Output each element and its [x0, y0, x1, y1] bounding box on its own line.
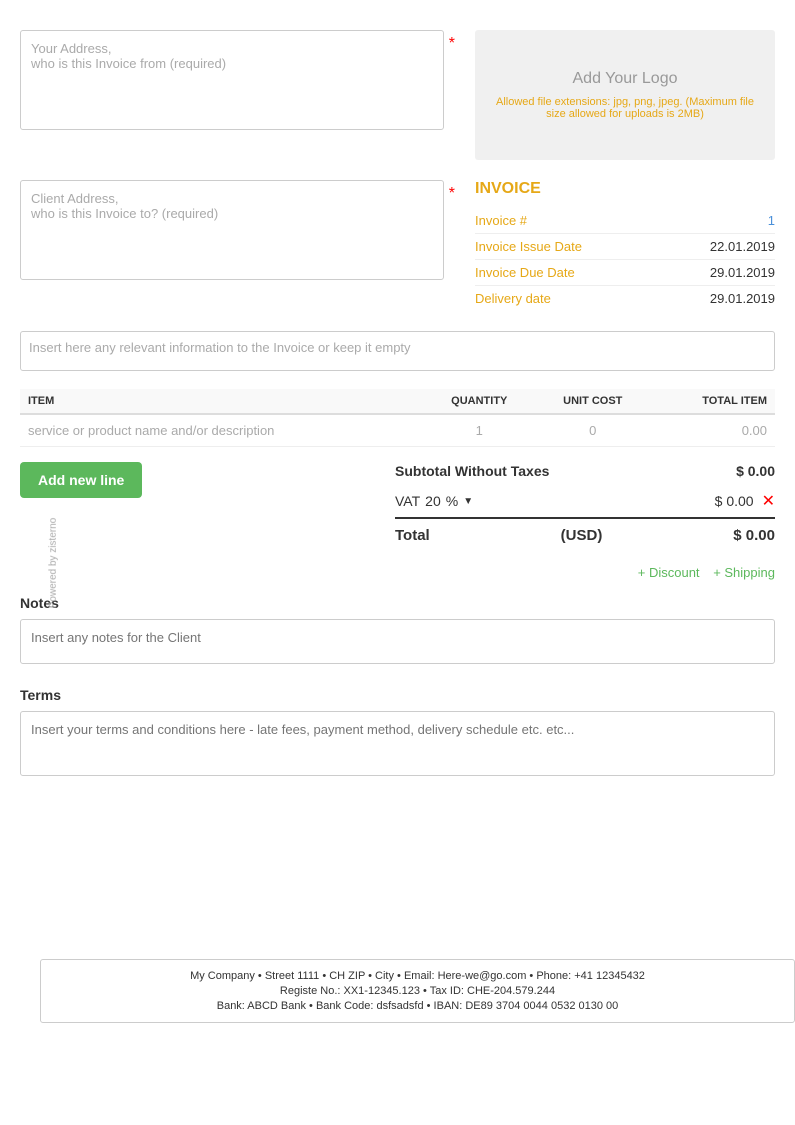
invoice-field-issue-date: Invoice Issue Date 22.01.2019: [475, 234, 775, 260]
vat-dropdown-icon[interactable]: ▼: [463, 496, 473, 507]
footer: My Company • Street 1111 • CH ZIP • City…: [40, 959, 795, 1023]
subtotal-value: $ 0.00: [736, 463, 775, 479]
col-header-item: ITEM: [20, 389, 424, 414]
invoice-num-value[interactable]: 1: [768, 213, 775, 228]
item-quantity[interactable]: 1: [424, 414, 535, 447]
invoice-num-label: Invoice #: [475, 213, 527, 228]
powered-by-label: Powered by zisterno: [48, 517, 59, 608]
from-address-required-star: *: [449, 35, 455, 53]
invoice-issue-date-value[interactable]: 22.01.2019: [710, 239, 775, 254]
terms-input[interactable]: [20, 711, 775, 776]
total-currency: (USD): [561, 527, 603, 544]
vat-percent-value[interactable]: 20: [425, 493, 441, 509]
invoice-field-invoice-num: Invoice # 1: [475, 208, 775, 234]
discount-link[interactable]: + Discount: [638, 565, 700, 580]
footer-line-1: My Company • Street 1111 • CH ZIP • City…: [56, 970, 779, 982]
logo-upload-box[interactable]: Add Your Logo Allowed file extensions: j…: [475, 30, 775, 160]
total-label: Total: [395, 527, 430, 544]
terms-label: Terms: [20, 687, 775, 703]
vat-pct-sign: %: [446, 493, 458, 509]
notes-label: Notes: [20, 595, 775, 611]
invoice-due-date-value[interactable]: 29.01.2019: [710, 265, 775, 280]
invoice-delivery-date-value[interactable]: 29.01.2019: [710, 291, 775, 306]
client-address-required-star: *: [449, 185, 455, 203]
notes-input[interactable]: [20, 619, 775, 664]
invoice-title: INVOICE: [475, 180, 775, 198]
invoice-field-due-date: Invoice Due Date 29.01.2019: [475, 260, 775, 286]
item-description[interactable]: service or product name and/or descripti…: [20, 414, 424, 447]
logo-subtitle: Allowed file extensions: jpg, png, jpeg.…: [475, 96, 775, 120]
item-unit-cost[interactable]: 0: [535, 414, 651, 447]
invoice-field-delivery-date: Delivery date 29.01.2019: [475, 286, 775, 311]
delete-vat-icon[interactable]: ✕: [762, 491, 775, 511]
total-value: $ 0.00: [733, 527, 775, 544]
items-table: ITEM QUANTITY UNIT COST TOTAL ITEM servi…: [20, 389, 775, 447]
invoice-info-input[interactable]: [20, 331, 775, 371]
shipping-link[interactable]: + Shipping: [713, 565, 775, 580]
invoice-issue-date-label: Invoice Issue Date: [475, 239, 582, 254]
client-address-input[interactable]: [20, 180, 444, 280]
footer-line-3: Bank: ABCD Bank • Bank Code: dsfsadsfd •…: [56, 1000, 779, 1012]
item-total: 0.00: [651, 414, 775, 447]
add-new-line-button[interactable]: Add new line: [20, 462, 142, 498]
logo-title: Add Your Logo: [573, 70, 678, 88]
vat-value: $ 0.00: [715, 493, 754, 509]
vat-label: VAT: [395, 493, 420, 509]
col-header-total-item: TOTAL ITEM: [651, 389, 775, 414]
col-header-unit-cost: UNIT COST: [535, 389, 651, 414]
invoice-due-date-label: Invoice Due Date: [475, 265, 575, 280]
table-row: service or product name and/or descripti…: [20, 414, 775, 447]
footer-line-2: Registe No.: XX1-12345.123 • Tax ID: CHE…: [56, 985, 779, 997]
subtotal-label: Subtotal Without Taxes: [395, 463, 549, 479]
invoice-delivery-date-label: Delivery date: [475, 291, 551, 306]
col-header-quantity: QUANTITY: [424, 389, 535, 414]
from-address-input[interactable]: [20, 30, 444, 130]
